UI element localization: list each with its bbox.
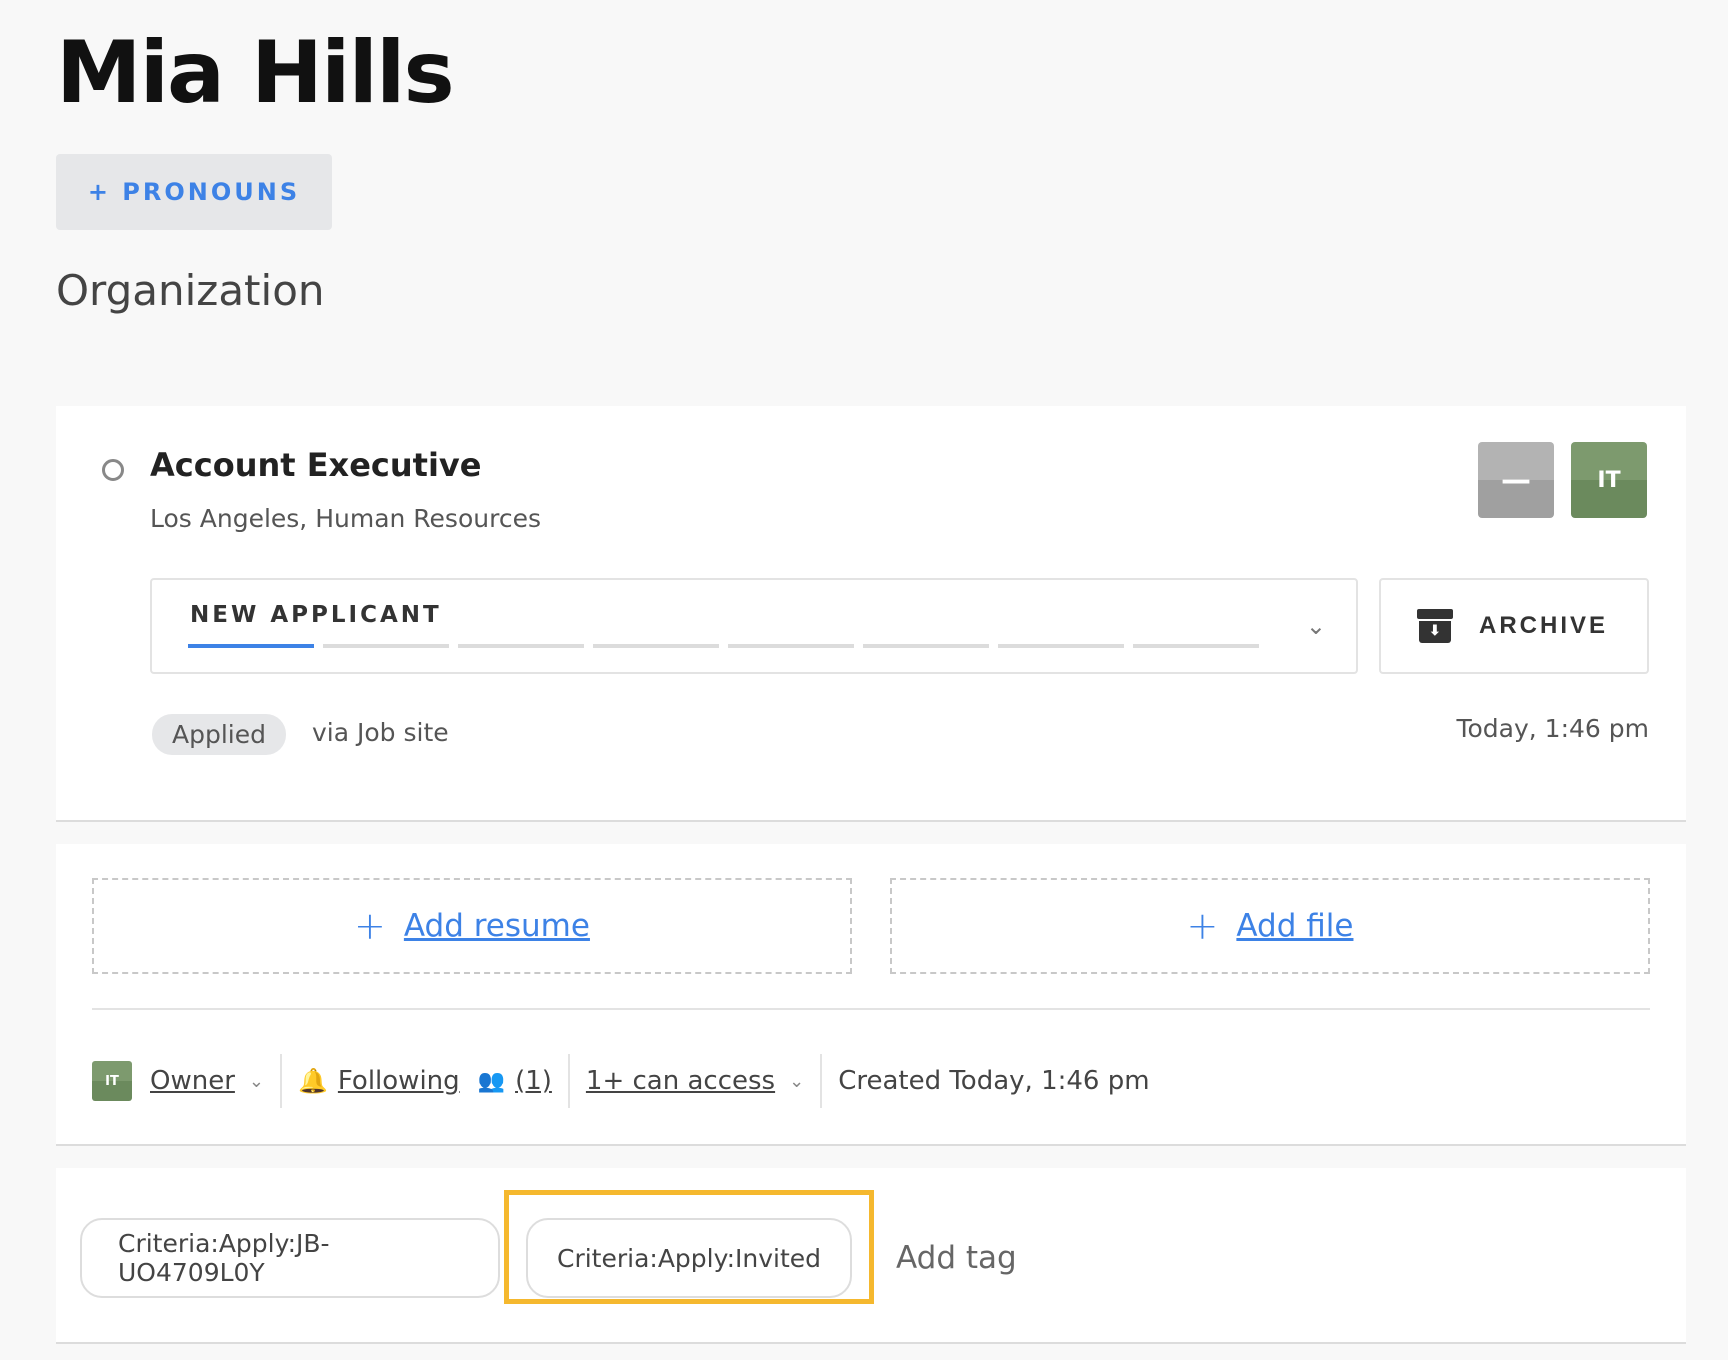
- bell-icon: 🔔: [298, 1067, 328, 1095]
- candidate-profile-page: Mia Hills + PRONOUNS Organization Accoun…: [0, 0, 1728, 1360]
- stage-segment: [188, 644, 314, 648]
- status-circle-icon: [102, 459, 124, 481]
- application-source: via Job site: [312, 718, 449, 747]
- plus-icon: +: [1186, 904, 1219, 948]
- tag-chip[interactable]: Criteria:Apply:Invited: [526, 1218, 852, 1298]
- stage-segment: [1133, 644, 1259, 648]
- files-card: + Add resume + Add file IT Owner ⌄ 🔔 Fol…: [56, 844, 1686, 1146]
- archive-button[interactable]: ⬇ ARCHIVE: [1379, 578, 1649, 674]
- stage-segment: [863, 644, 989, 648]
- followers-icon: 👥: [477, 1068, 506, 1094]
- stage-segment: [458, 644, 584, 648]
- stage-segment: [323, 644, 449, 648]
- divider: [820, 1054, 823, 1108]
- job-title[interactable]: Account Executive: [150, 446, 481, 484]
- chevron-down-icon[interactable]: ⌄: [249, 1071, 264, 1092]
- following-link[interactable]: Following: [338, 1066, 460, 1096]
- add-file-dropzone[interactable]: + Add file: [890, 878, 1650, 974]
- meta-row: IT Owner ⌄ 🔔 Following 👥 (1) 1+ can acce…: [92, 1054, 1150, 1108]
- tags-card: Criteria:Apply:JB-UO4709L0Y Criteria:App…: [56, 1168, 1686, 1344]
- add-resume-dropzone[interactable]: + Add resume: [92, 878, 852, 974]
- stage-segment: [998, 644, 1124, 648]
- unassigned-avatar[interactable]: —: [1478, 442, 1554, 518]
- tag-chip[interactable]: Criteria:Apply:JB-UO4709L0Y: [80, 1218, 500, 1298]
- followers-count-link[interactable]: (1): [515, 1066, 552, 1096]
- add-tag-input[interactable]: [896, 1226, 1196, 1290]
- divider: [280, 1054, 282, 1108]
- plus-icon: +: [354, 904, 386, 948]
- applied-badge: Applied: [152, 714, 286, 755]
- divider: [92, 1008, 1650, 1010]
- stage-label: NEW APPLICANT: [190, 602, 442, 628]
- owner-avatar[interactable]: IT: [1571, 442, 1647, 518]
- add-file-link[interactable]: Add file: [1236, 908, 1353, 944]
- owner-mini-avatar: IT: [92, 1061, 132, 1101]
- created-timestamp: Created Today, 1:46 pm: [838, 1066, 1150, 1096]
- chevron-down-icon[interactable]: ⌄: [789, 1071, 804, 1092]
- application-timestamp: Today, 1:46 pm: [1456, 714, 1649, 743]
- job-location: Los Angeles, Human Resources: [150, 504, 541, 533]
- add-pronouns-button[interactable]: + PRONOUNS: [56, 154, 332, 230]
- candidate-name: Mia Hills: [56, 23, 455, 123]
- archive-label: ARCHIVE: [1479, 612, 1609, 639]
- stage-progress: [188, 644, 1259, 648]
- owner-dropdown[interactable]: Owner: [150, 1066, 235, 1096]
- add-resume-link[interactable]: Add resume: [404, 908, 590, 944]
- chevron-down-icon: ⌄: [1305, 612, 1326, 640]
- opportunity-card: Account Executive Los Angeles, Human Res…: [56, 406, 1686, 822]
- stage-segment: [593, 644, 719, 648]
- archive-box-icon: ⬇: [1417, 609, 1453, 643]
- organization-label[interactable]: Organization: [56, 266, 325, 315]
- stage-selector[interactable]: NEW APPLICANT ⌄: [150, 578, 1358, 674]
- stage-segment: [728, 644, 854, 648]
- divider: [567, 1054, 570, 1108]
- access-dropdown[interactable]: 1+ can access: [586, 1066, 775, 1096]
